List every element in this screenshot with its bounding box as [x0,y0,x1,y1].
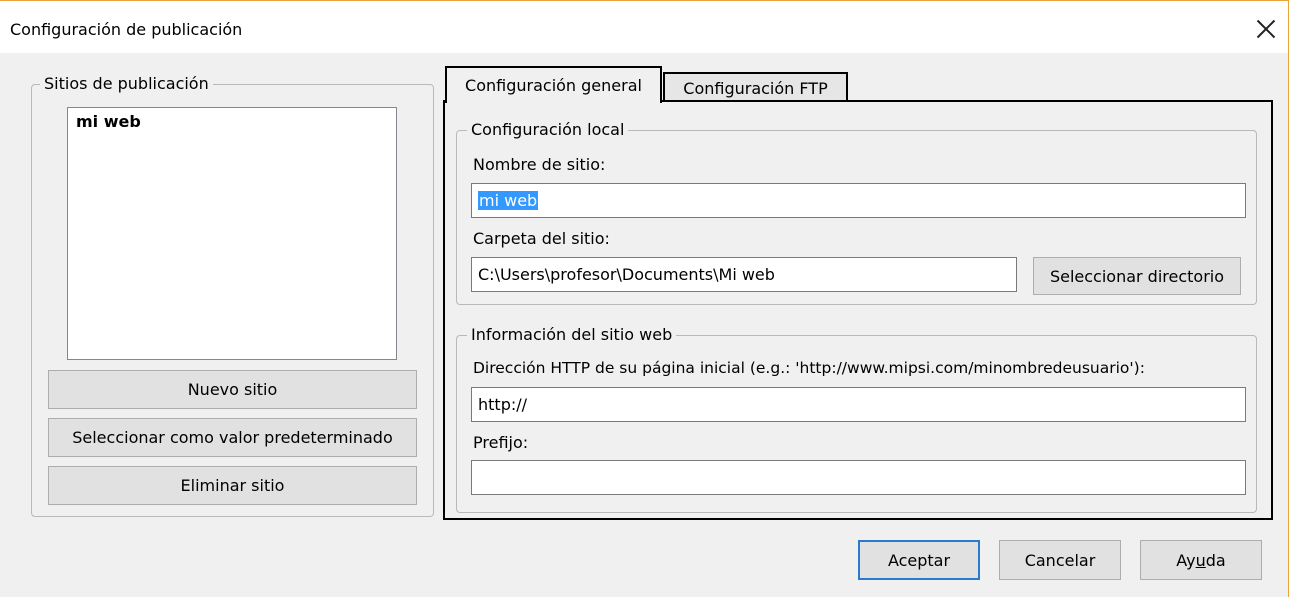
help-label-prefix: Ay [1176,550,1196,570]
new-site-button[interactable]: Nuevo sitio [48,370,417,409]
set-default-button[interactable]: Seleccionar como valor predeterminado [48,418,417,457]
sites-list[interactable]: mi web [67,107,397,360]
help-label-suffix: da [1205,550,1226,570]
window-border-top [0,0,1289,1]
site-folder-field[interactable]: C:\Users\profesor\Documents\Mi web [471,257,1017,292]
cancel-button[interactable]: Cancelar [999,540,1121,580]
window-title: Configuración de publicación [10,20,243,39]
website-info-legend: Información del sitio web [467,325,677,345]
site-folder-label: Carpeta del sitio: [473,229,610,248]
help-button[interactable]: Ay u da [1140,540,1262,580]
site-name-label: Nombre de sitio: [473,155,606,174]
http-address-field[interactable]: http:// [471,387,1246,422]
tab-join [447,99,660,103]
help-label-accesskey: u [1195,550,1206,570]
prefix-label: Prefijo: [473,433,529,452]
select-directory-button[interactable]: Seleccionar directorio [1033,257,1241,295]
delete-site-button[interactable]: Eliminar sitio [48,466,417,505]
close-icon[interactable] [1254,17,1278,41]
tab-general[interactable]: Configuración general [445,66,662,103]
sites-group-legend: Sitios de publicación [40,74,213,94]
ok-button[interactable]: Aceptar [858,540,980,580]
local-settings-legend: Configuración local [467,120,629,140]
http-address-label: Dirección HTTP de su página inicial (e.g… [473,359,1145,377]
site-name-field[interactable]: mi web [471,183,1246,218]
tab-ftp[interactable]: Configuración FTP [663,72,848,102]
prefix-field[interactable] [471,460,1246,495]
site-name-value: mi web [478,191,539,210]
list-item[interactable]: mi web [76,112,141,132]
